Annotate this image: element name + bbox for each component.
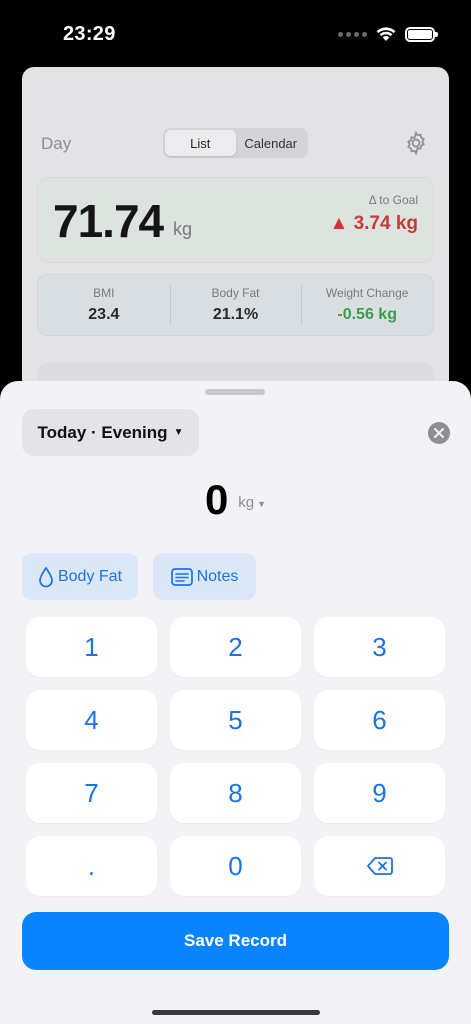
date-time-selector[interactable]: Today · Evening ▼ [22, 409, 199, 456]
key-2[interactable]: 2 [170, 617, 301, 677]
segment-calendar[interactable]: Calendar [236, 130, 307, 156]
body-fat-label: Body Fat [57, 567, 123, 585]
unit-label: kg [238, 493, 255, 511]
body-fat-button[interactable]: Body Fat [22, 553, 138, 600]
home-indicator [152, 1010, 320, 1015]
save-record-button[interactable]: Save Record [22, 912, 449, 970]
stat-bmi: BMI 23.4 [38, 275, 170, 335]
stat-body-fat: Body Fat 21.1% [169, 275, 302, 335]
close-button[interactable] [428, 422, 450, 444]
goal-delta-label: Δ to Goal [368, 193, 418, 207]
entry-value: 0 [204, 476, 229, 523]
key-4[interactable]: 4 [26, 690, 157, 750]
caret-down-icon: ▼ [173, 427, 184, 438]
caret-down-icon: ▼ [257, 498, 267, 509]
stat-value: -0.56 kg [337, 306, 397, 323]
drop-icon [39, 566, 53, 587]
dots-icon [338, 31, 367, 37]
gear-icon[interactable] [403, 130, 429, 156]
key-8[interactable]: 8 [170, 763, 301, 823]
add-record-sheet: Today · Evening ▼ 0 kg ▼ Body Fat Notes 1… [0, 381, 471, 1024]
day-filter-label[interactable]: Day [41, 134, 71, 154]
current-weight-value: 71.74 [53, 195, 164, 247]
status-icons [338, 26, 438, 42]
key-3[interactable]: 3 [314, 617, 445, 677]
status-time: 23:29 [63, 23, 116, 45]
goal-delta-value: ▲ 3.74 kg [329, 213, 418, 234]
current-weight-unit: kg [173, 219, 193, 239]
date-time-label: Today · Evening [37, 422, 168, 442]
unit-selector[interactable]: kg ▼ [238, 494, 266, 511]
notes-button[interactable]: Notes [153, 553, 256, 600]
weight-entry: 0 kg ▼ [0, 475, 471, 525]
stat-value: 21.1% [212, 306, 259, 323]
notes-label: Notes [196, 567, 239, 585]
status-bar: 23:29 [0, 0, 471, 66]
key-decimal[interactable]: . [26, 836, 157, 896]
key-7[interactable]: 7 [26, 763, 157, 823]
key-0[interactable]: 0 [170, 836, 301, 896]
battery-icon [405, 26, 438, 42]
stat-label: BMI [93, 286, 115, 300]
background-screen: Day List Calendar 71.74 kg Δ to Goal ▲ 3… [22, 67, 449, 427]
stat-value: 23.4 [88, 306, 120, 323]
backspace-icon [366, 857, 393, 875]
sheet-grabber[interactable] [205, 389, 265, 395]
key-6[interactable]: 6 [314, 690, 445, 750]
notes-icon [170, 567, 193, 586]
stat-weight-change: Weight Change -0.56 kg [301, 275, 433, 335]
current-weight-card: 71.74 kg Δ to Goal ▲ 3.74 kg [37, 177, 434, 263]
close-icon [434, 428, 444, 438]
numeric-keypad: 1 2 3 4 5 6 7 8 9 . 0 [26, 617, 445, 896]
key-1[interactable]: 1 [26, 617, 157, 677]
stat-label: Weight Change [325, 286, 409, 300]
key-9[interactable]: 9 [314, 763, 445, 823]
segment-list[interactable]: List [165, 130, 236, 156]
view-segmented-control: List Calendar [163, 128, 308, 158]
wifi-icon [376, 27, 396, 41]
key-5[interactable]: 5 [170, 690, 301, 750]
stats-card: BMI 23.4 Body Fat 21.1% Weight Change -0… [37, 274, 434, 336]
key-backspace[interactable] [314, 836, 445, 896]
stat-label: Body Fat [211, 286, 260, 300]
